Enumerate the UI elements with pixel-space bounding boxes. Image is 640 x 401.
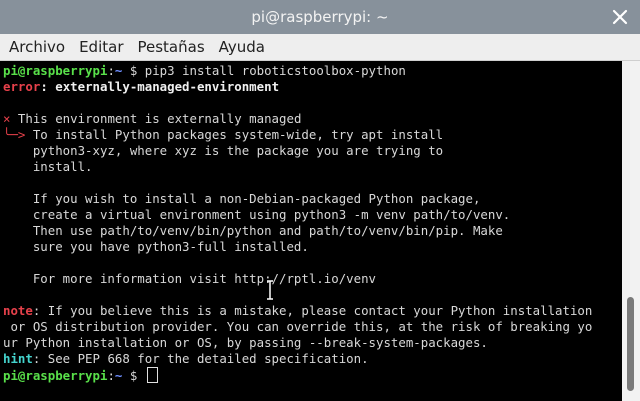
body-line: Then use path/to/venv/bin/python and pat… xyxy=(3,223,503,238)
title-bar[interactable]: pi@raspberrypi: ~ xyxy=(0,0,640,34)
prompt-line: pi@raspberrypi:~ $ xyxy=(3,367,158,383)
note-line: ur Python installation or OS, by passing… xyxy=(3,335,488,350)
body-line: If you wish to install a non-Debian-pack… xyxy=(3,191,481,206)
note-line: or OS distribution provider. You can ove… xyxy=(3,319,593,334)
menu-archivo[interactable]: Archivo xyxy=(0,38,65,56)
prompt-symbol: $ xyxy=(122,63,145,78)
close-icon xyxy=(612,9,628,25)
window-title: pi@raspberrypi: ~ xyxy=(251,8,389,26)
arrow-icon: ╰─> xyxy=(3,127,26,142)
command-line: pi@raspberrypi:~ $ pip3 install robotics… xyxy=(3,63,406,79)
ibeam-cursor-icon xyxy=(267,280,273,300)
prompt-sep: : xyxy=(107,63,115,78)
hint-line: hint: See PEP 668 for the detailed speci… xyxy=(3,351,369,367)
menu-bar: Archivo Editar Pestañas Ayuda xyxy=(0,34,640,61)
menu-ayuda[interactable]: Ayuda xyxy=(210,38,265,56)
note-text: : If you believe this is a mistake, plea… xyxy=(32,303,593,318)
menu-editar[interactable]: Editar xyxy=(70,38,123,56)
terminal-window: pi@raspberrypi: ~ Archivo Editar Pestaña… xyxy=(0,0,640,401)
hint-label: hint xyxy=(3,351,33,366)
close-button[interactable] xyxy=(608,5,632,29)
text-cursor xyxy=(146,367,158,383)
prompt-symbol: $ xyxy=(122,368,145,383)
scrollbar-thumb[interactable] xyxy=(627,297,634,391)
env-msg: This environment is externally managed xyxy=(10,111,302,126)
prompt-sep: : xyxy=(107,368,115,383)
error-line: error: externally-managed-environment xyxy=(3,79,279,95)
prompt-user: pi@raspberrypi xyxy=(3,63,108,78)
command-text: pip3 install roboticstoolbox-python xyxy=(144,63,406,78)
body-line: For more information visit http://rptl.i… xyxy=(3,271,376,286)
env-line: × This environment is externally managed xyxy=(3,111,301,127)
body-line: python3-xyz, where xyz is the package yo… xyxy=(3,143,444,158)
body-text: To install Python packages system-wide, … xyxy=(25,127,444,142)
body-line: sure you have python3-full installed. xyxy=(3,239,309,254)
prompt-user: pi@raspberrypi xyxy=(3,368,108,383)
menu-pestanas[interactable]: Pestañas xyxy=(129,38,205,56)
note-line: note: If you believe this is a mistake, … xyxy=(3,303,592,319)
error-text: : externally-managed-environment xyxy=(40,79,280,94)
body-line: ╰─> To install Python packages system-wi… xyxy=(3,127,443,143)
error-label: error xyxy=(3,79,41,94)
note-label: note xyxy=(3,303,33,318)
terminal-output[interactable]: pi@raspberrypi:~ $ pip3 install robotics… xyxy=(0,61,622,401)
body-line: install. xyxy=(3,159,93,174)
hint-text: : See PEP 668 for the detailed specifica… xyxy=(32,351,369,366)
body-line: create a virtual environment using pytho… xyxy=(3,207,511,222)
